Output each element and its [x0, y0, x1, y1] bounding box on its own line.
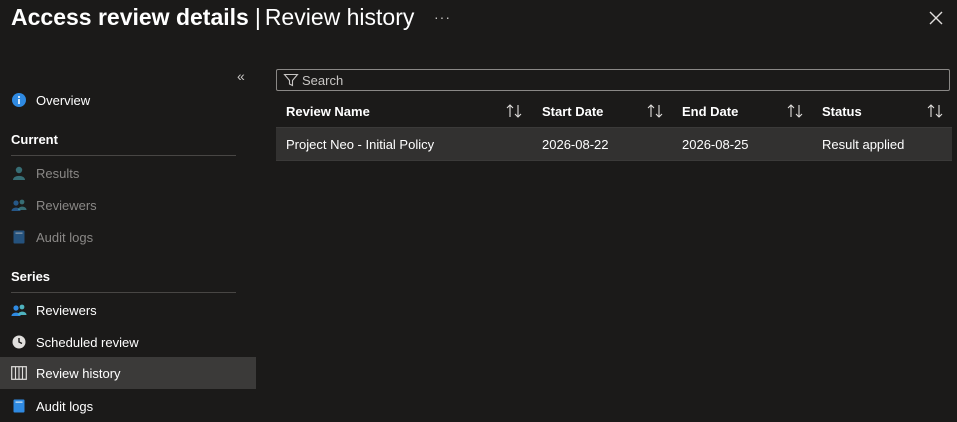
- reviewers-icon: [11, 197, 27, 213]
- sidebar-item-results[interactable]: Results: [0, 157, 256, 189]
- sidebar-item-label: Scheduled review: [36, 334, 139, 350]
- close-icon[interactable]: [929, 11, 943, 25]
- table-header: Review Name Start Date End Date Status: [276, 95, 952, 128]
- audit-log-icon: [11, 398, 27, 414]
- sort-icon[interactable]: [786, 103, 804, 119]
- sidebar-item-label: Results: [36, 165, 80, 181]
- divider: [11, 155, 236, 156]
- info-icon: [11, 92, 27, 108]
- table-row[interactable]: Project Neo - Initial Policy 2026-08-22 …: [276, 128, 952, 161]
- sidebar-item-label: Overview: [36, 92, 91, 108]
- column-header-end-date[interactable]: End Date: [682, 95, 738, 127]
- sidebar-nav: « Overview Current Results Reviewers Aud…: [0, 64, 256, 422]
- section-current: Current: [11, 132, 58, 147]
- sort-icon[interactable]: [926, 103, 944, 119]
- page-title: Access review details | Review history: [11, 4, 414, 31]
- column-header-start-date[interactable]: Start Date: [542, 95, 603, 127]
- blade-header: Access review details | Review history ···: [0, 0, 957, 40]
- sidebar-item-label: Reviewers: [36, 302, 97, 318]
- sidebar-item-label: Audit logs: [36, 229, 94, 245]
- sidebar-item-reviewers-series[interactable]: Reviewers: [0, 294, 256, 326]
- title-main: Access review details: [11, 4, 249, 30]
- title-sub: Review history: [264, 4, 415, 30]
- cell-start-date: 2026-08-22: [542, 136, 609, 152]
- sidebar-item-label: Review history: [36, 365, 121, 381]
- more-options-button[interactable]: ···: [434, 9, 451, 25]
- cell-review-name: Project Neo - Initial Policy: [286, 136, 435, 152]
- sidebar-item-overview[interactable]: Overview: [0, 84, 256, 116]
- search-input[interactable]: [302, 72, 922, 88]
- sort-icon[interactable]: [505, 103, 523, 119]
- cell-end-date: 2026-08-25: [682, 136, 749, 152]
- filter-icon: [283, 73, 299, 87]
- section-series: Series: [11, 269, 51, 284]
- collapse-sidebar-button[interactable]: «: [237, 68, 245, 84]
- sidebar-item-reviewers-current[interactable]: Reviewers: [0, 189, 256, 221]
- column-header-review-name[interactable]: Review Name: [286, 95, 370, 127]
- title-separator: |: [254, 4, 261, 30]
- sidebar-item-audit-logs-series[interactable]: Audit logs: [0, 390, 256, 422]
- search-box[interactable]: [276, 69, 950, 91]
- divider: [11, 292, 236, 293]
- sidebar-item-label: Reviewers: [36, 197, 97, 213]
- audit-log-icon: [11, 229, 27, 245]
- sort-icon[interactable]: [646, 103, 664, 119]
- sidebar-item-label: Audit logs: [36, 398, 94, 414]
- user-icon: [11, 165, 27, 181]
- book-icon: [11, 365, 27, 381]
- review-history-table: Review Name Start Date End Date Status P…: [276, 95, 952, 161]
- reviewers-icon: [11, 302, 27, 318]
- clock-icon: [11, 334, 27, 350]
- column-header-status[interactable]: Status: [822, 95, 862, 127]
- sidebar-item-scheduled-review[interactable]: Scheduled review: [0, 326, 256, 358]
- cell-status: Result applied: [822, 136, 905, 152]
- sidebar-item-review-history[interactable]: Review history: [0, 357, 256, 389]
- sidebar-item-audit-logs-current[interactable]: Audit logs: [0, 221, 256, 253]
